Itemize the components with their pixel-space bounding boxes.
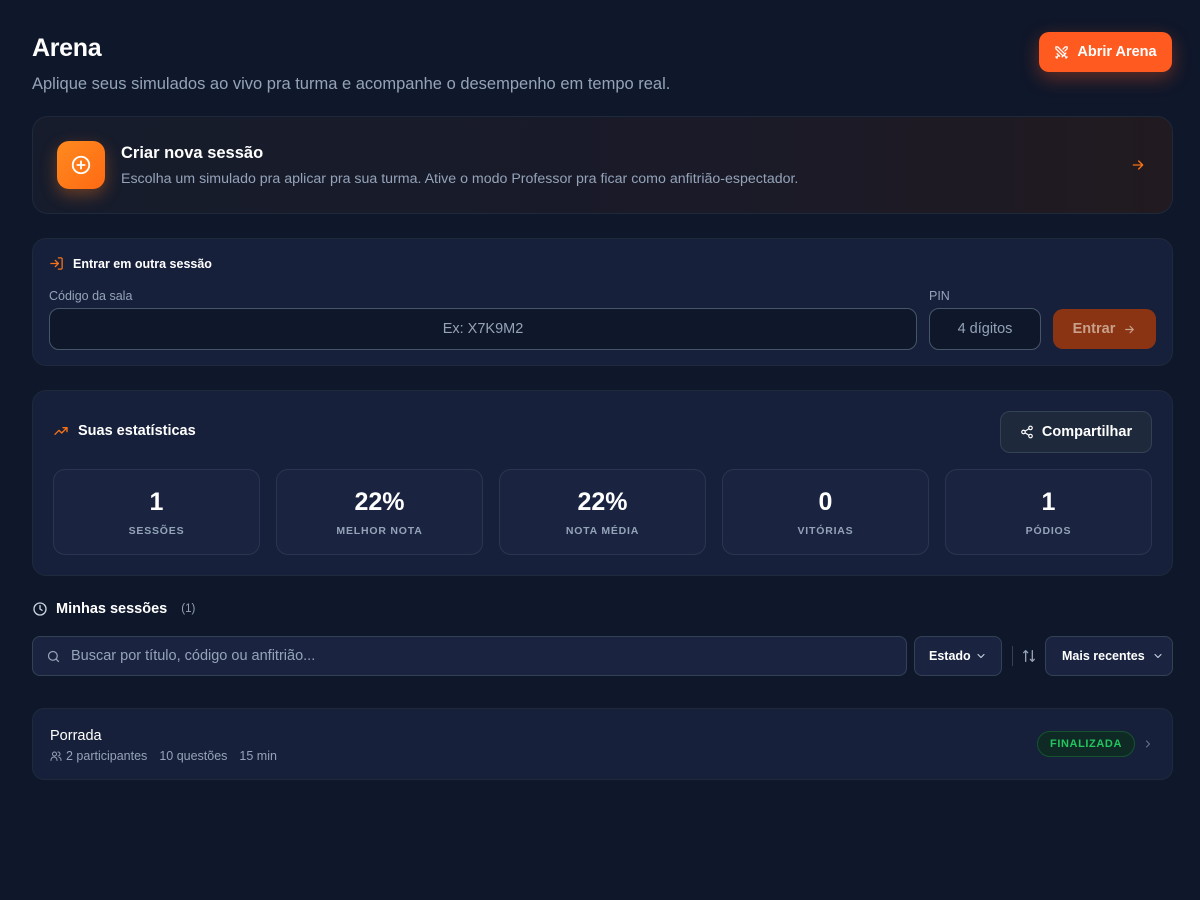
stat-value: 1 bbox=[1041, 487, 1056, 516]
stat-value: 0 bbox=[818, 487, 833, 516]
stat-tiles: 1 SESSÕES 22% MELHOR NOTA 22% NOTA MÉDIA… bbox=[53, 469, 1152, 555]
arena-page: Arena Aplique seus simulados ao vivo pra… bbox=[0, 0, 1200, 900]
room-code-input[interactable] bbox=[49, 308, 917, 350]
session-title: Porrada bbox=[50, 728, 102, 744]
join-session-title: Entrar em outra sessão bbox=[73, 256, 212, 271]
stat-label: NOTA MÉDIA bbox=[565, 524, 640, 537]
stats-card: Suas estatísticas Compartilhar 1 SESSÕES… bbox=[32, 390, 1173, 576]
swords-icon bbox=[1055, 45, 1069, 59]
stat-tile-podiums: 1 PÓDIOS bbox=[945, 469, 1152, 555]
stat-value: 22% bbox=[354, 487, 405, 516]
filter-divider bbox=[1012, 646, 1013, 666]
join-session-header: Entrar em outra sessão bbox=[49, 256, 212, 271]
session-duration: 15 min bbox=[239, 749, 277, 763]
stat-tile-sessions: 1 SESSÕES bbox=[53, 469, 260, 555]
enter-button[interactable]: Entrar bbox=[1053, 309, 1156, 349]
page-title: Arena bbox=[32, 34, 102, 62]
share-label: Compartilhar bbox=[1041, 424, 1133, 440]
stat-value: 1 bbox=[149, 487, 164, 516]
arrow-right-icon bbox=[1132, 160, 1144, 170]
open-arena-button[interactable]: Abrir Arena bbox=[1039, 32, 1172, 72]
stat-label: VITÓRIAS bbox=[797, 524, 854, 537]
stat-tile-best-score: 22% MELHOR NOTA bbox=[276, 469, 483, 555]
room-code-label: Código da sala bbox=[49, 289, 133, 303]
create-session-description: Escolha um simulado pra aplicar pra sua … bbox=[121, 170, 799, 187]
share-icon bbox=[1021, 425, 1033, 439]
stats-title: Suas estatísticas bbox=[78, 423, 196, 439]
stat-label: MELHOR NOTA bbox=[336, 524, 423, 537]
stat-tile-average-score: 22% NOTA MÉDIA bbox=[499, 469, 706, 555]
sort-arrows-icon[interactable] bbox=[1021, 648, 1037, 664]
sessions-count: (1) bbox=[181, 603, 196, 615]
page-header: Arena Aplique seus simulados ao vivo pra… bbox=[32, 34, 670, 94]
sort-label: Mais recentes bbox=[1062, 649, 1145, 663]
session-participants: 2 participantes bbox=[66, 749, 148, 763]
create-session-card[interactable]: Criar nova sessão Escolha um simulado pr… bbox=[32, 116, 1173, 214]
session-meta: 2 participantes 10 questões 15 min bbox=[50, 749, 277, 763]
trending-up-icon bbox=[54, 427, 68, 435]
clock-icon bbox=[33, 602, 47, 616]
session-questions: 10 questões bbox=[159, 749, 228, 763]
state-filter-label: Estado bbox=[929, 649, 971, 663]
enter-label: Entrar bbox=[1072, 321, 1116, 337]
sessions-title: Minhas sessões bbox=[56, 601, 168, 617]
status-badge: FINALIZADA bbox=[1037, 731, 1135, 757]
page-subtitle: Aplique seus simulados ao vivo pra turma… bbox=[32, 75, 671, 93]
search-input[interactable] bbox=[71, 648, 893, 664]
open-arena-label: Abrir Arena bbox=[1077, 44, 1157, 60]
stats-header: Suas estatísticas bbox=[53, 423, 196, 439]
stat-label: PÓDIOS bbox=[1025, 524, 1072, 537]
chevron-right-icon bbox=[1145, 740, 1151, 748]
sort-select[interactable]: Mais recentes bbox=[1045, 636, 1173, 676]
stat-tile-wins: 0 VITÓRIAS bbox=[722, 469, 929, 555]
share-button[interactable]: Compartilhar bbox=[1000, 411, 1152, 453]
pin-input[interactable] bbox=[929, 308, 1041, 350]
pin-label: PIN bbox=[929, 289, 950, 303]
stat-value: 22% bbox=[577, 487, 628, 516]
state-filter-select[interactable]: Estado bbox=[914, 636, 1002, 676]
create-session-text: Criar nova sessão Escolha um simulado pr… bbox=[121, 144, 1130, 187]
session-search[interactable] bbox=[32, 636, 907, 676]
session-list-item[interactable]: Porrada 2 participantes 10 questões 15 m… bbox=[32, 708, 1173, 780]
users-icon bbox=[50, 751, 62, 761]
create-session-icon-box bbox=[57, 141, 105, 189]
plus-circle-icon bbox=[71, 155, 91, 175]
arrow-right-icon bbox=[1125, 325, 1135, 333]
search-icon bbox=[47, 650, 60, 662]
sessions-header: Minhas sessões (1) bbox=[32, 601, 195, 617]
chevron-down-icon bbox=[977, 653, 985, 659]
create-session-title: Criar nova sessão bbox=[121, 143, 264, 162]
join-session-card: Entrar em outra sessão Código da sala PI… bbox=[32, 238, 1173, 366]
chevron-down-icon bbox=[1154, 653, 1162, 659]
log-in-icon bbox=[50, 257, 63, 270]
stat-label: SESSÕES bbox=[128, 524, 185, 537]
